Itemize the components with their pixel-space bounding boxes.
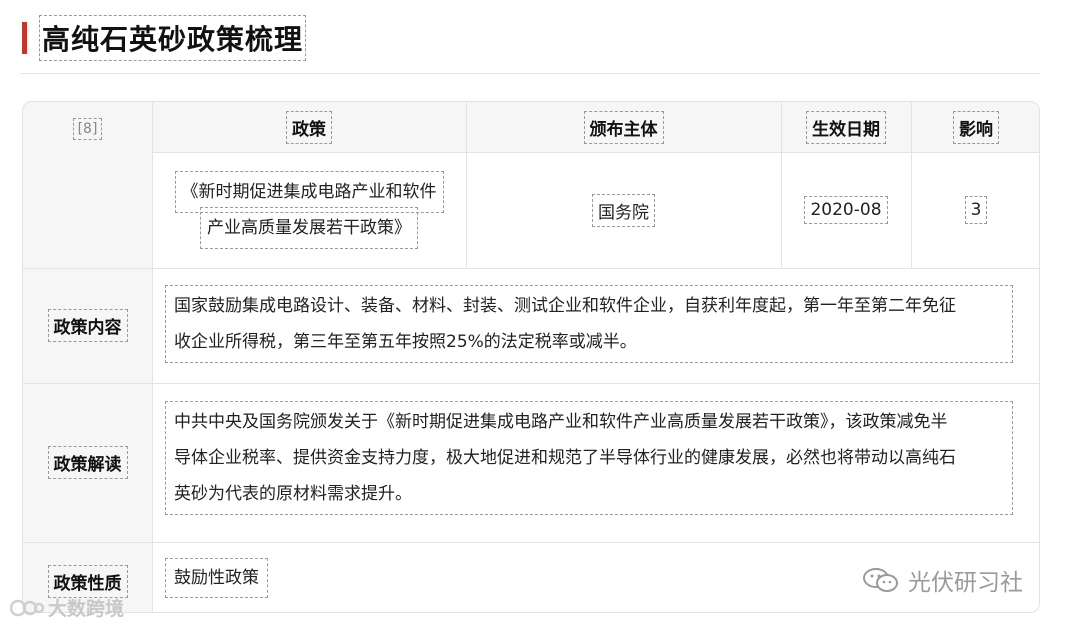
impact-value: 3 [964, 196, 988, 224]
title-accent-bar [22, 22, 27, 54]
content-text: 国家鼓励集成电路设计、装备、材料、封装、测试企业和软件企业，自获利年度起，第一年… [165, 285, 1013, 363]
content-label: 政策内容 [47, 309, 128, 342]
brand-logo-icon [10, 599, 44, 616]
nature-label: 政策性质 [47, 565, 128, 598]
divider [23, 268, 1039, 269]
watermark-right: 光伏研习社 [862, 563, 1023, 597]
title-divider [20, 73, 1040, 74]
policy-table: [8] 政策 颁布主体 生效日期 影响 《新时期促进集成电路产业和软件 产业高质… [22, 101, 1040, 613]
effective-date-value: 2020-08 [804, 196, 888, 224]
interpretation-line-3: 英砂为代表的原材料需求提升。 [174, 484, 412, 504]
divider [23, 542, 1039, 543]
interpretation-line-2: 导体企业税率、提供资金支持力度，极大地促进和规范了半导体行业的健康发展，必然也将… [174, 448, 956, 468]
policy-name-line-2: 产业高质量发展若干政策》 [200, 207, 418, 249]
policy-name: 《新时期促进集成电路产业和软件 产业高质量发展若干政策》 [174, 171, 444, 249]
header-impact: 影响 [953, 110, 999, 144]
interpretation-text: 中共中央及国务院颁发关于《新时期促进集成电路产业和软件产业高质量发展若干政策》，… [165, 401, 1013, 515]
nature-value: 鼓励性政策 [165, 558, 268, 598]
watermark-left-text: 大数跨境 [48, 598, 125, 620]
page-title: 高纯石英砂政策梳理 [38, 15, 307, 61]
header-policy: 政策 [286, 110, 332, 144]
interpretation-line-1: 中共中央及国务院颁发关于《新时期促进集成电路产业和软件产业高质量发展若干政策》，… [174, 412, 948, 432]
policy-name-line-1: 《新时期促进集成电路产业和软件 [174, 171, 444, 213]
header-issuer: 颁布主体 [583, 110, 664, 144]
content-line-2: 收企业所得税，第三年至第五年按照25%的法定税率或减半。 [174, 332, 637, 352]
watermark-left: 大数跨境 [10, 594, 124, 621]
reference-marker: [8] [72, 118, 103, 140]
interpretation-label: 政策解读 [47, 446, 128, 479]
wechat-icon [863, 568, 898, 592]
watermark-right-text: 光伏研习社 [908, 570, 1023, 596]
content-line-1: 国家鼓励集成电路设计、装备、材料、封装、测试企业和软件企业，自获利年度起，第一年… [174, 296, 956, 316]
header-effective-date: 生效日期 [806, 110, 886, 144]
divider [23, 383, 1039, 384]
issuer-value: 国务院 [592, 193, 655, 227]
